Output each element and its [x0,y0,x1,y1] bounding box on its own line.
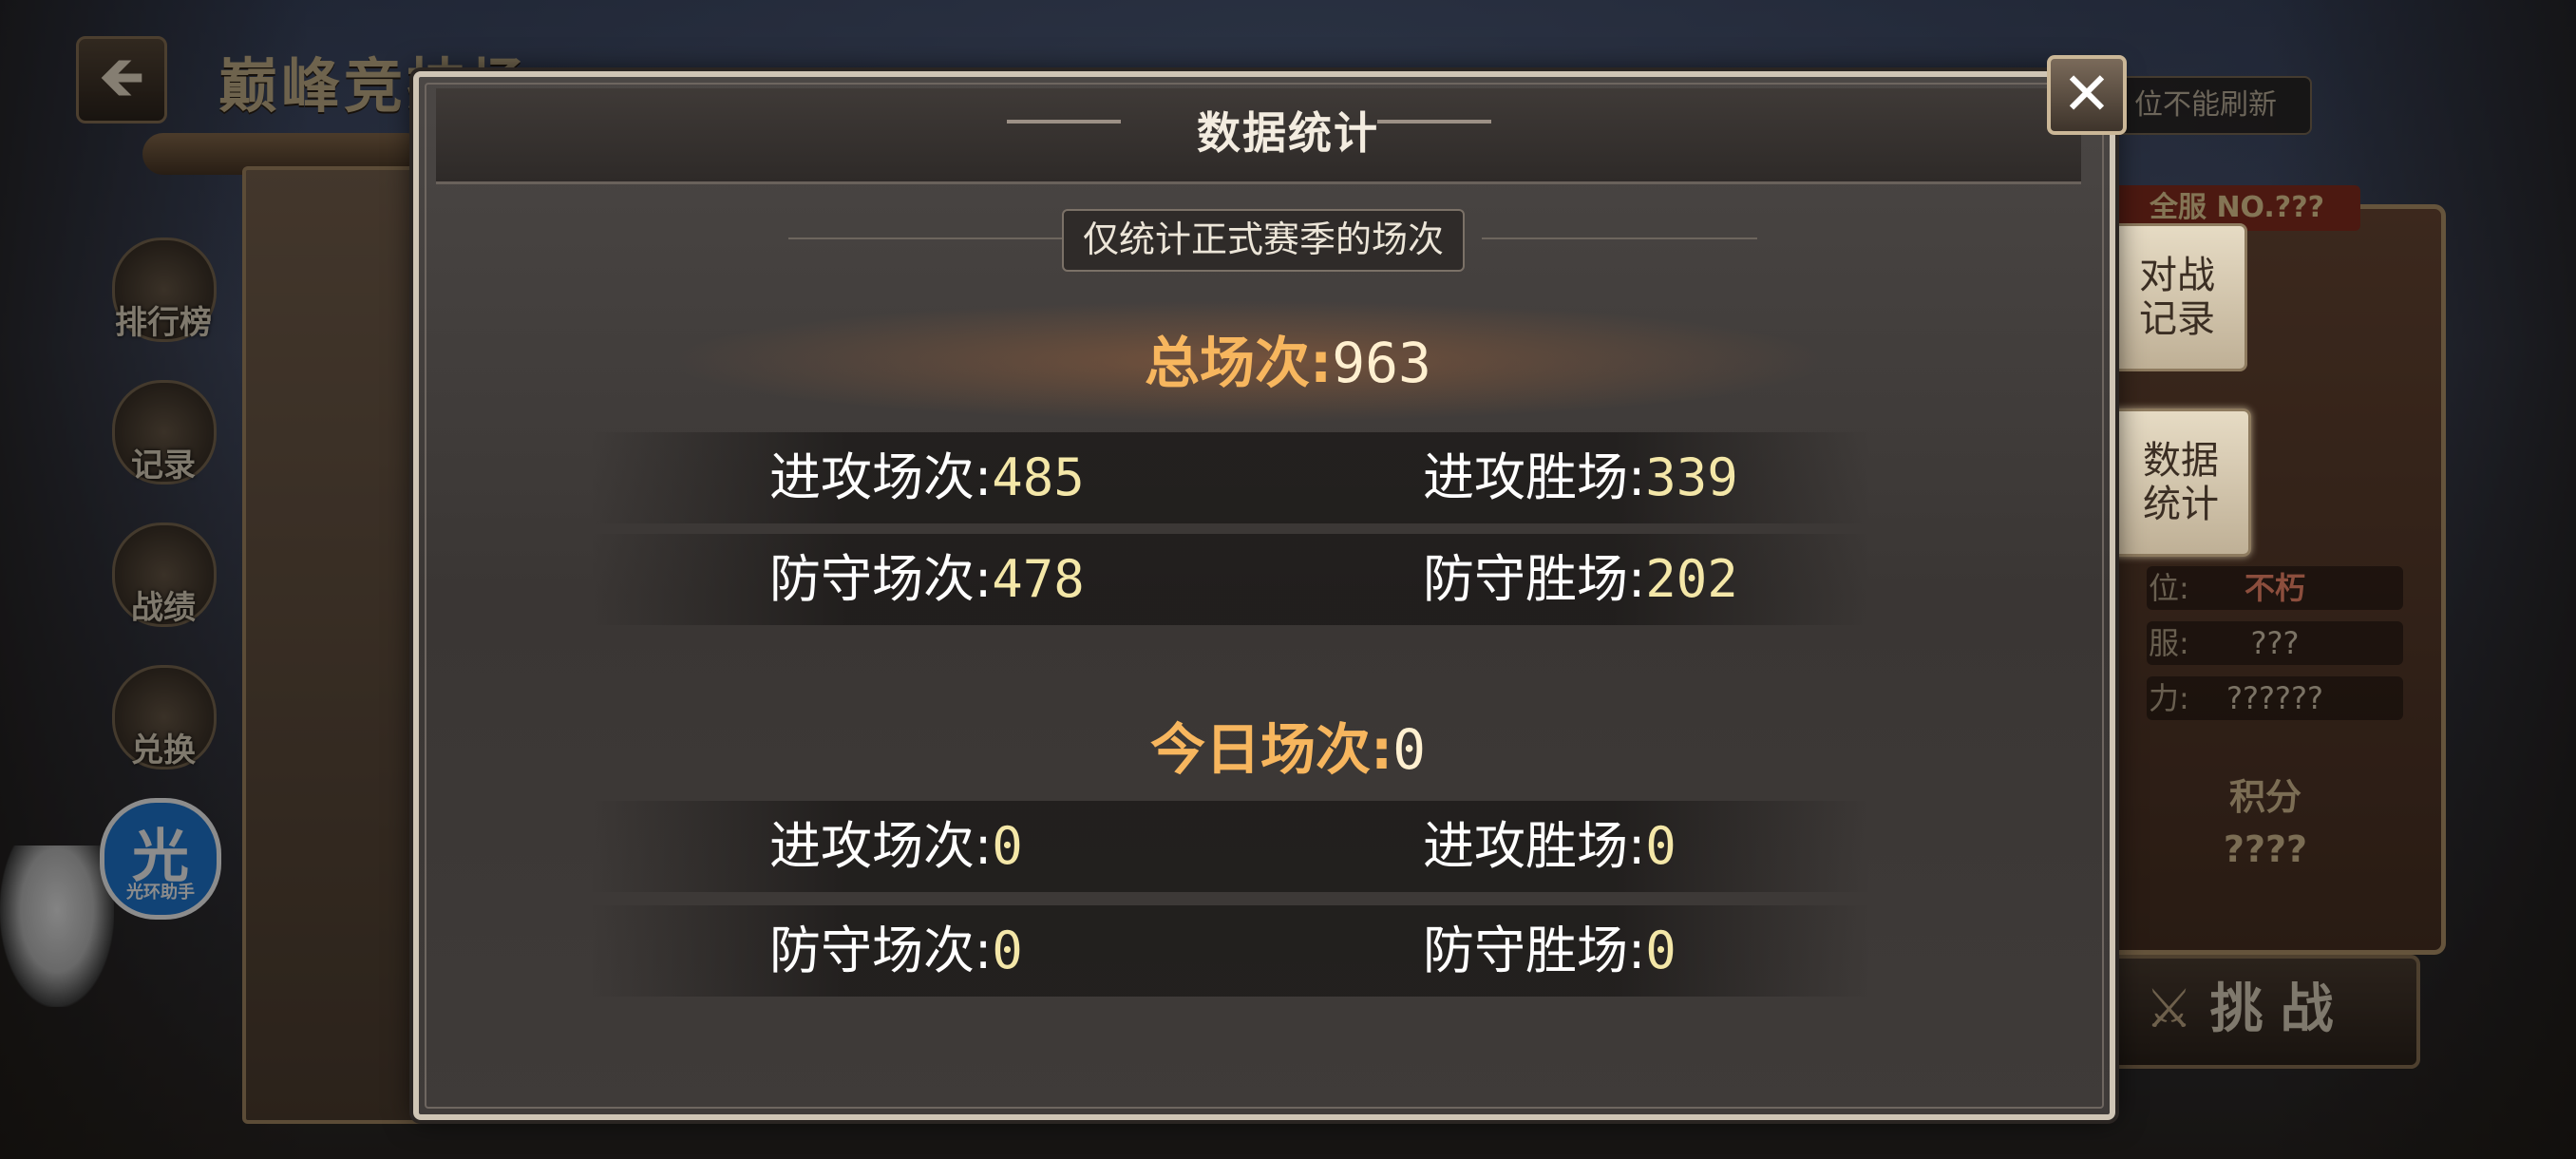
total-label: 总场次: [1145,331,1333,395]
stat-label: 防守场次: [769,549,993,609]
subtitle-line-left [788,238,1064,239]
stat-label: 进攻场次: [769,816,993,876]
stat-value: 0 [992,816,1023,876]
total-value: 963 [1332,331,1431,395]
stat-value: 0 [1645,921,1676,980]
today-label: 今日场次: [1149,717,1393,782]
total-matches: 总场次:963 [0,318,2576,398]
today-defense-matches: 防守场次:0 [769,905,1023,997]
stat-label: 进攻胜场: [1423,447,1646,507]
today-attack-wins: 进攻胜场:0 [1423,801,1676,892]
attack-wins: 进攻胜场:339 [1423,432,1738,523]
stat-value: 478 [992,549,1085,609]
modal-title: 数据统计 [1197,107,1379,159]
stat-label: 防守胜场: [1423,549,1646,609]
subtitle-line-right [1482,238,1757,239]
stat-label: 防守胜场: [1423,921,1646,980]
today-matches: 今日场次:0 [0,705,2576,785]
stat-value: 0 [992,921,1023,980]
attack-matches: 进攻场次:485 [769,432,1085,523]
tab-data-statistics[interactable]: 数据 统计 [2111,408,2251,557]
today-attack-matches: 进攻场次:0 [769,801,1023,892]
subtitle: 仅统计正式赛季的场次 [1062,209,1465,272]
today-value: 0 [1392,717,1427,782]
defense-wins: 防守胜场:202 [1423,534,1738,625]
stat-value: 202 [1645,549,1738,609]
stat-value: 0 [1645,816,1676,876]
close-x-icon: ✕ [2062,59,2112,128]
stat-label: 进攻场次: [769,447,993,507]
today-defense-wins: 防守胜场:0 [1423,905,1676,997]
stat-value: 485 [992,447,1085,507]
close-button[interactable]: ✕ [2047,55,2127,135]
stat-value: 339 [1645,447,1738,507]
stat-label: 进攻胜场: [1423,816,1646,876]
defense-matches: 防守场次:478 [769,534,1085,625]
stat-label: 防守场次: [769,921,993,980]
